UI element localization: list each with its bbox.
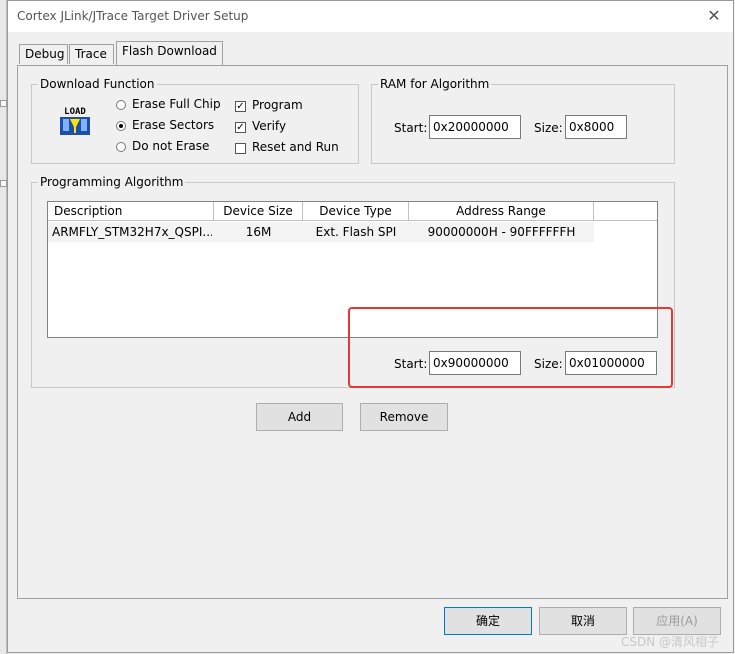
verify-label[interactable]: Verify: [252, 119, 286, 133]
load-icon: LOAD: [58, 103, 92, 137]
svg-text:LOAD: LOAD: [64, 107, 86, 117]
do-not-erase-label[interactable]: Do not Erase: [132, 139, 209, 153]
close-icon[interactable]: ✕: [703, 6, 725, 26]
background-window-marker: [0, 100, 7, 107]
program-label[interactable]: Program: [252, 98, 303, 112]
programming-algorithm-label: Programming Algorithm: [38, 175, 186, 189]
column-device-size[interactable]: Device Size: [214, 202, 303, 221]
ok-button[interactable]: 确定: [444, 607, 532, 635]
column-device-type[interactable]: Device Type: [303, 202, 409, 221]
erase-full-chip-label[interactable]: Erase Full Chip: [132, 97, 221, 111]
tab-debug[interactable]: Debug: [19, 44, 68, 64]
highlight-annotation-box: [348, 307, 673, 388]
background-window-marker: [0, 180, 7, 187]
window-title: Cortex JLink/JTrace Target Driver Setup: [17, 9, 249, 23]
checkbox-verify[interactable]: ✓: [235, 122, 246, 133]
column-description[interactable]: Description: [48, 202, 214, 221]
title-bar: Cortex JLink/JTrace Target Driver Setup …: [8, 1, 733, 32]
table-row[interactable]: ARMFLY_STM32H7x_QSPI... 16M Ext. Flash S…: [48, 222, 594, 242]
checkbox-program[interactable]: ✓: [235, 101, 246, 112]
remove-button[interactable]: Remove: [360, 403, 448, 431]
row-description: ARMFLY_STM32H7x_QSPI...: [52, 225, 212, 239]
ram-start-field[interactable]: 0x20000000: [429, 115, 521, 139]
download-function-group: Download Function LOAD Erase Full Chip E…: [31, 77, 359, 164]
cancel-button[interactable]: 取消: [539, 607, 627, 635]
radio-erase-sectors[interactable]: [116, 121, 126, 131]
column-address-range[interactable]: Address Range: [409, 202, 594, 221]
radio-erase-full-chip[interactable]: [116, 100, 126, 110]
checkbox-reset-and-run[interactable]: [235, 143, 246, 154]
add-button[interactable]: Add: [256, 403, 343, 431]
background-window-edge: [0, 0, 7, 654]
tab-trace[interactable]: Trace: [69, 44, 114, 64]
download-function-label: Download Function: [38, 77, 157, 91]
tab-flash-download[interactable]: Flash Download: [116, 41, 223, 65]
row-device-type: Ext. Flash SPI: [315, 225, 397, 239]
watermark: CSDN @清风相子: [621, 635, 720, 649]
ram-algorithm-group: RAM for Algorithm Start: 0x20000000 Size…: [371, 77, 675, 164]
ram-size-label: Size:: [534, 121, 563, 135]
ram-start-label: Start:: [394, 121, 428, 135]
apply-button: 应用(A): [633, 607, 721, 635]
row-device-size: 16M: [245, 225, 272, 239]
ram-size-field[interactable]: 0x8000: [565, 115, 627, 139]
erase-sectors-label[interactable]: Erase Sectors: [132, 118, 214, 132]
column-filler: [594, 202, 657, 221]
reset-and-run-label[interactable]: Reset and Run: [252, 140, 339, 154]
ram-algorithm-label: RAM for Algorithm: [378, 77, 492, 91]
row-address-range: 90000000H - 90FFFFFFH: [427, 225, 576, 239]
radio-do-not-erase[interactable]: [116, 142, 126, 152]
